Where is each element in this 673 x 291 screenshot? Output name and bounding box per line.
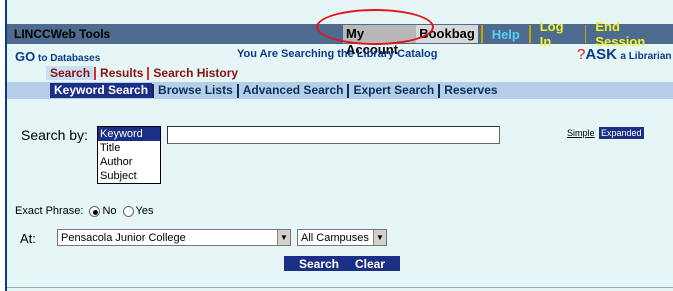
at-label: At: [20,231,36,246]
nav-divider [480,25,483,43]
tools-title: LINCCWeb Tools [14,27,111,41]
librarian-label: a Librarian [620,51,672,62]
chevron-down-icon[interactable]: ▼ [277,230,290,245]
college-select[interactable]: Pensacola Junior College ▼ [57,229,291,246]
ask-librarian-link[interactable]: ?ASK a Librarian [577,46,672,63]
catalog-status: You Are Searching the Library Catalog [237,48,438,60]
exact-phrase-row: Exact Phrase: No Yes [15,205,154,217]
go-label: GO [15,49,36,64]
tab-results[interactable]: Results [96,66,147,80]
expert-search-tab[interactable]: Expert Search [349,83,438,98]
nav-divider [528,25,531,43]
chevron-down-icon[interactable]: ▼ [373,230,386,245]
exact-no-radio[interactable] [89,205,101,217]
exact-yes-label: Yes [135,205,154,217]
campus-value: All Campuses [301,231,369,244]
search-input[interactable] [167,126,500,144]
highlight-oval [316,9,434,45]
bottom-divider [7,287,673,288]
exact-yes-radio[interactable] [122,205,134,217]
tab-search[interactable]: Search [46,66,95,80]
search-type-bar: Keyword Search Browse Lists Advanced Sea… [7,82,673,99]
search-button[interactable]: Search [291,257,347,271]
login-link[interactable]: Log In [534,19,582,49]
subheader: GO to Databases You Are Searching the Li… [7,46,673,64]
end-session-link[interactable]: End Session [589,19,673,49]
college-value: Pensacola Junior College [61,231,186,244]
simple-mode-link[interactable]: Simple [567,128,595,138]
option-subject[interactable]: Subject [98,169,160,183]
clear-button[interactable]: Clear [347,257,393,271]
reserves-tab[interactable]: Reserves [440,83,501,98]
go-to-databases-link[interactable]: GO to Databases [15,49,100,64]
exact-no-label: No [102,205,117,217]
tab-search-history[interactable]: Search History [149,66,242,80]
option-author[interactable]: Author [98,155,160,169]
help-link[interactable]: Help [486,27,526,42]
search-by-label: Search by: [21,127,88,143]
ask-label: ASK [585,46,618,63]
exact-phrase-label: Exact Phrase: [15,205,84,217]
form-actions: Search Clear [284,256,400,271]
nav-divider [584,25,587,43]
databases-label: to Databases [38,53,101,64]
advanced-search-tab[interactable]: Advanced Search [239,83,348,98]
browse-lists-tab[interactable]: Browse Lists [154,83,237,98]
option-title[interactable]: Title [98,141,160,155]
keyword-search-tab[interactable]: Keyword Search [50,83,153,98]
campus-select[interactable]: All Campuses ▼ [297,229,387,246]
expanded-mode-link[interactable]: Expanded [599,127,644,139]
option-keyword[interactable]: Keyword [98,127,160,141]
catalog-tabs: Search Results Search History [46,65,242,81]
search-by-listbox[interactable]: Keyword Title Author Subject [97,126,161,184]
